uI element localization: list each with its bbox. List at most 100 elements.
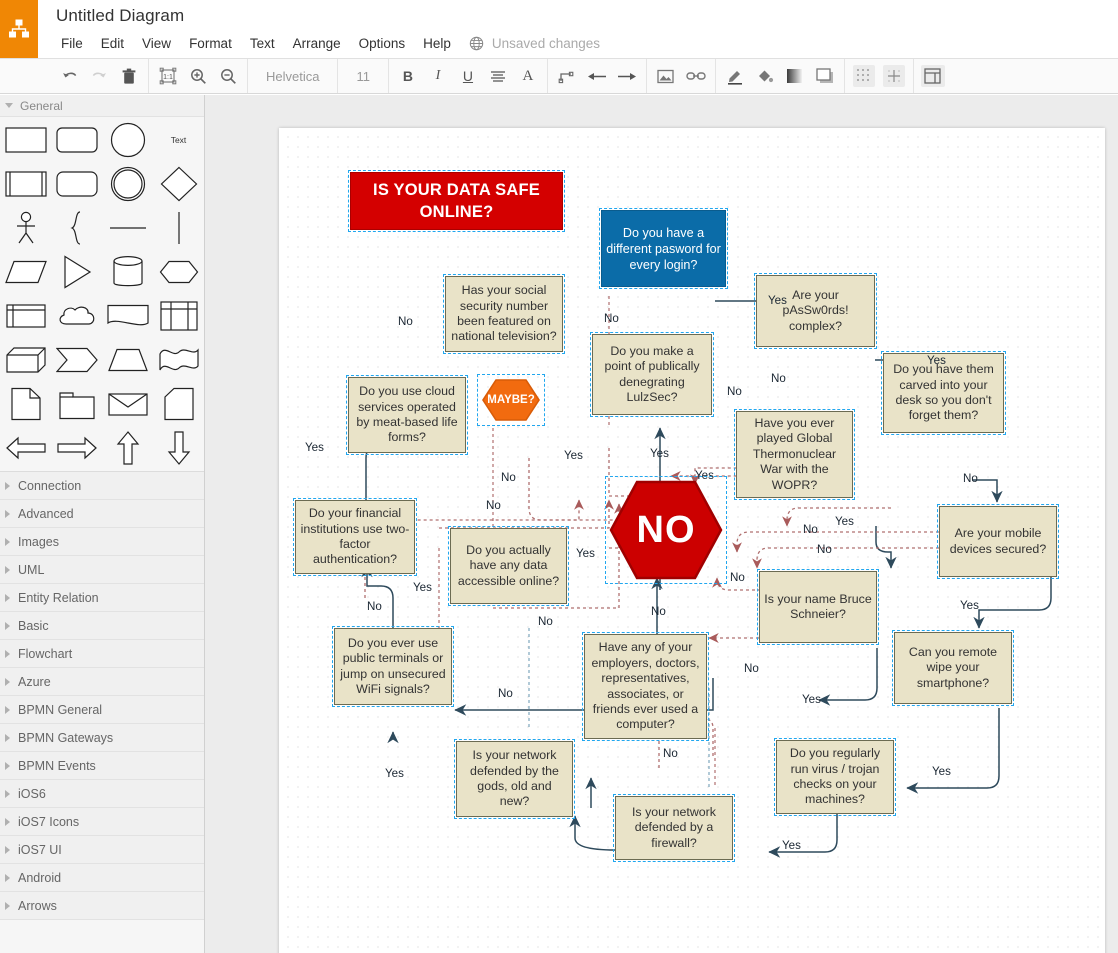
node-anydata[interactable]: Do you actually have any data accessible… — [450, 528, 567, 604]
title-banner[interactable]: IS YOUR DATA SAFE ONLINE? — [350, 172, 563, 230]
shape-ellipse[interactable] — [102, 123, 153, 157]
shape-hexagon[interactable] — [153, 255, 204, 289]
font-size-selector[interactable]: 11 — [342, 59, 384, 93]
shape-left-arrow[interactable] — [0, 431, 51, 465]
node-remotewipe[interactable]: Can you remote wipe your smartphone? — [894, 632, 1012, 704]
node-virus[interactable]: Do you regularly run virus / trojan chec… — [776, 740, 894, 814]
format-panel-icon[interactable] — [918, 59, 948, 93]
shape-card[interactable] — [153, 387, 204, 421]
underline-button[interactable]: U — [453, 59, 483, 93]
shape-table[interactable] — [153, 299, 204, 333]
shape-document[interactable] — [102, 299, 153, 333]
shape-cube[interactable] — [0, 343, 51, 377]
shape-vertical-line[interactable] — [153, 211, 204, 245]
zoom-out-icon[interactable] — [213, 59, 243, 93]
shape-horizontal-line[interactable] — [102, 211, 153, 245]
shape-internal-storage[interactable] — [0, 299, 51, 333]
node-pasword[interactable]: Do you have a different pasword for ever… — [601, 210, 726, 287]
sidebar-item-bpmn-gateways[interactable]: BPMN Gateways — [0, 724, 204, 752]
node-cloud[interactable]: Do you use cloud services operated by me… — [348, 377, 466, 453]
font-family-selector[interactable]: Helvetica — [252, 59, 333, 93]
grid-dots-icon[interactable] — [849, 59, 879, 93]
shape-actor[interactable] — [0, 211, 51, 245]
node-hexagon-maybe[interactable]: MAYBE? — [481, 378, 541, 422]
waypoints-icon[interactable] — [552, 59, 582, 93]
shape-right-arrow[interactable] — [51, 431, 102, 465]
shape-up-arrow[interactable] — [102, 431, 153, 465]
shape-double-ellipse[interactable] — [102, 167, 153, 201]
node-lulzsec[interactable]: Do you make a point of publically denegr… — [592, 334, 712, 415]
shape-triangle[interactable] — [51, 255, 102, 289]
menu-help[interactable]: Help — [414, 36, 460, 51]
shape-folder[interactable] — [51, 387, 102, 421]
shape-parallelogram[interactable] — [0, 255, 51, 289]
link-icon[interactable] — [681, 59, 711, 93]
shape-message[interactable] — [102, 387, 153, 421]
node-mobile[interactable]: Are your mobile devices secured? — [939, 506, 1057, 577]
shape-process[interactable] — [0, 167, 51, 201]
bold-button[interactable]: B — [393, 59, 423, 93]
crosshair-icon[interactable] — [879, 59, 909, 93]
align-left-icon[interactable] — [483, 59, 513, 93]
shape-cloud[interactable] — [51, 299, 102, 333]
trash-icon[interactable] — [114, 59, 144, 93]
node-firewall[interactable]: Is your network defended by a firewall? — [615, 796, 733, 860]
shape-cylinder[interactable] — [102, 255, 153, 289]
shape-step[interactable] — [51, 343, 102, 377]
sidebar-item-bpmn-general[interactable]: BPMN General — [0, 696, 204, 724]
shape-rounded-rectangle[interactable] — [51, 123, 102, 157]
sidebar-item-flowchart[interactable]: Flowchart — [0, 640, 204, 668]
arrow-left-icon[interactable] — [582, 59, 612, 93]
node-twofactor[interactable]: Do your financial institutions use two-f… — [295, 500, 415, 574]
sidebar-item-basic[interactable]: Basic — [0, 612, 204, 640]
node-employers[interactable]: Have any of your employers, doctors, rep… — [584, 634, 707, 739]
menu-options[interactable]: Options — [350, 36, 415, 51]
node-publicterm[interactable]: Do you ever use public terminals or jump… — [334, 628, 452, 705]
node-gods[interactable]: Is your network defended by the gods, ol… — [456, 741, 573, 817]
undo-icon[interactable] — [54, 59, 84, 93]
shape-down-arrow[interactable] — [153, 431, 204, 465]
sidebar-item-connection[interactable]: Connection — [0, 472, 204, 500]
node-wopr[interactable]: Have you ever played Global Thermonuclea… — [736, 411, 853, 498]
actual-size-icon[interactable]: 1:1 — [153, 59, 183, 93]
zoom-in-icon[interactable] — [183, 59, 213, 93]
shape-curly-brace[interactable] — [51, 211, 102, 245]
redo-icon[interactable] — [84, 59, 114, 93]
sidebar-item-ios7-icons[interactable]: iOS7 Icons — [0, 808, 204, 836]
node-complex[interactable]: Are your pAsSw0rds! complex? — [756, 275, 875, 347]
sidebar-item-ios7-ui[interactable]: iOS7 UI — [0, 836, 204, 864]
shape-text[interactable]: Text — [153, 123, 204, 157]
gradient-icon[interactable] — [780, 59, 810, 93]
shadow-box-icon[interactable] — [810, 59, 840, 93]
sidebar-item-android[interactable]: Android — [0, 864, 204, 892]
fill-bucket-icon[interactable] — [750, 59, 780, 93]
sidebar-section-general[interactable]: General — [0, 95, 204, 117]
menu-format[interactable]: Format — [180, 36, 241, 51]
sidebar-item-images[interactable]: Images — [0, 528, 204, 556]
menu-arrange[interactable]: Arrange — [284, 36, 350, 51]
shape-rounded-process[interactable] — [51, 167, 102, 201]
sidebar-item-ios6[interactable]: iOS6 — [0, 780, 204, 808]
menu-view[interactable]: View — [133, 36, 180, 51]
sidebar-item-uml[interactable]: UML — [0, 556, 204, 584]
canvas-area[interactable]: IS YOUR DATA SAFE ONLINE? Do you have a … — [205, 95, 1118, 953]
sidebar-item-advanced[interactable]: Advanced — [0, 500, 204, 528]
menu-edit[interactable]: Edit — [92, 36, 133, 51]
diagram-page[interactable]: IS YOUR DATA SAFE ONLINE? Do you have a … — [279, 128, 1105, 953]
shape-tape[interactable] — [153, 343, 204, 377]
drawio-logo-icon[interactable] — [0, 0, 38, 58]
menu-file[interactable]: File — [58, 36, 92, 51]
pen-icon[interactable] — [720, 59, 750, 93]
node-ssn[interactable]: Has your social security number been fea… — [445, 276, 563, 352]
font-color-button[interactable]: A — [513, 59, 543, 93]
italic-button[interactable]: I — [423, 59, 453, 93]
shape-note[interactable] — [0, 387, 51, 421]
shape-trapezoid[interactable] — [102, 343, 153, 377]
arrow-right-icon[interactable] — [612, 59, 642, 93]
sidebar-item-entity-relation[interactable]: Entity Relation — [0, 584, 204, 612]
shape-rhombus[interactable] — [153, 167, 204, 201]
sidebar-item-azure[interactable]: Azure — [0, 668, 204, 696]
image-icon[interactable] — [651, 59, 681, 93]
sidebar-item-arrows[interactable]: Arrows — [0, 892, 204, 920]
menu-text[interactable]: Text — [241, 36, 284, 51]
